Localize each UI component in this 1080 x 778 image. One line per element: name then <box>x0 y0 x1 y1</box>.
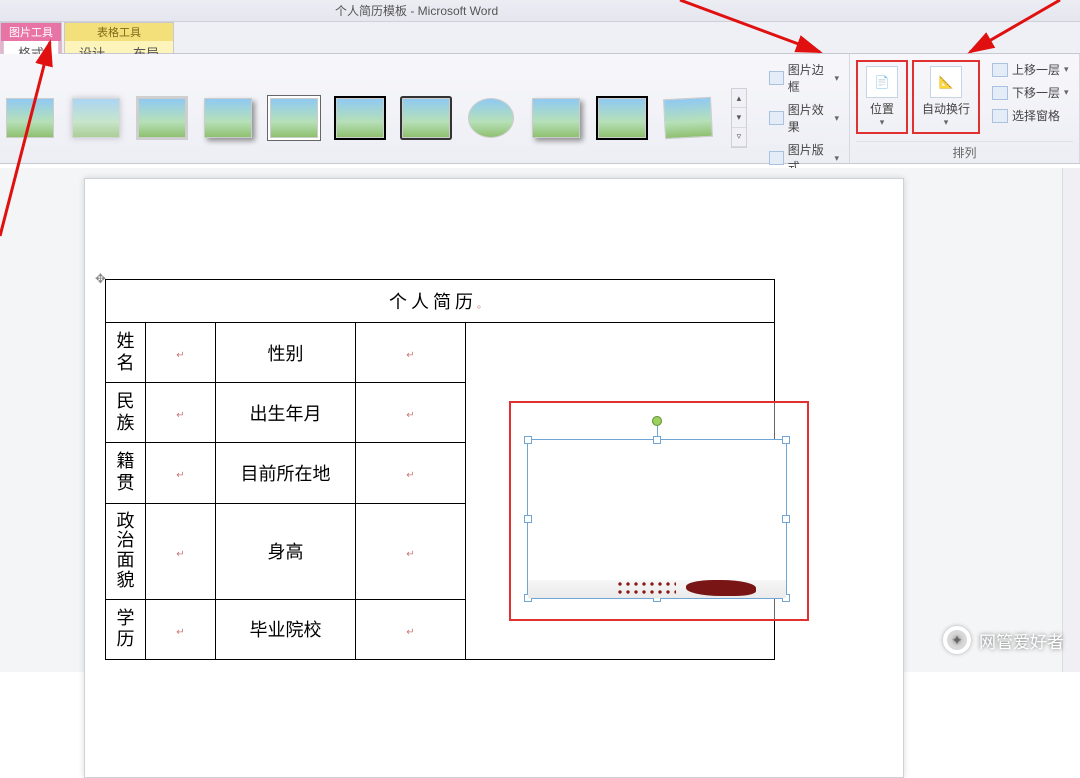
cell-dob-value[interactable]: ↵ <box>356 383 466 443</box>
group-label-arrange: 排列 <box>856 141 1073 161</box>
annotation-highlight-wrap: 📐 自动换行 ▾ <box>912 60 980 134</box>
window-title: 个人简历模板 - Microsoft Word <box>335 2 498 19</box>
style-thumb-oval[interactable] <box>468 98 514 138</box>
style-thumb-frame-black[interactable] <box>336 98 384 138</box>
style-thumb-soft[interactable] <box>72 98 120 138</box>
wrap-icon: 📐 <box>930 66 962 98</box>
context-tab-table-header: 表格工具 <box>65 23 173 41</box>
style-thumb-frame-white[interactable] <box>270 98 318 138</box>
cell-dob-label[interactable]: 出生年月 <box>216 383 356 443</box>
cell-location-label[interactable]: 目前所在地 <box>216 443 356 503</box>
style-thumb-frame2[interactable] <box>598 98 646 138</box>
chevron-down-icon: ▾ <box>835 113 840 124</box>
picture-graphic <box>616 580 756 596</box>
pencil-icon <box>769 71 783 85</box>
annotation-highlight-picture <box>509 401 809 621</box>
picture-border-label: 图片边框 <box>788 61 831 95</box>
wrap-label: 自动换行 <box>922 100 970 117</box>
arrange-column: 上移一层▾ 下移一层▾ 选择窗格 <box>988 60 1073 125</box>
cell-gender-value[interactable]: ↵ <box>356 323 466 383</box>
chevron-down-icon: ▾ <box>835 153 840 164</box>
cell-politics-label[interactable]: 政治面貌 <box>106 503 146 599</box>
cell-ethnic-label[interactable]: 民族 <box>106 383 146 443</box>
selection-pane-button[interactable]: 选择窗格 <box>988 106 1073 125</box>
annotation-highlight-position: 📄 位置 ▾ <box>856 60 908 134</box>
picture-adjust-column: 图片边框 ▾ 图片效果 ▾ 图片版式 ▾ <box>765 60 843 176</box>
resize-handle-tm[interactable] <box>653 436 661 444</box>
cell-height-label[interactable]: 身高 <box>216 503 356 599</box>
selection-pane-icon <box>992 109 1008 123</box>
ribbon-tabstrip: 图片工具 格式 表格工具 设计 布局 <box>0 22 1080 54</box>
picture-border-button[interactable]: 图片边框 ▾ <box>765 60 843 96</box>
picture-content <box>528 580 786 598</box>
picture-effects-label: 图片效果 <box>788 101 831 135</box>
cell-location-value[interactable]: ↵ <box>356 443 466 503</box>
cell-gender-label[interactable]: 性别 <box>216 323 356 383</box>
bring-forward-icon <box>992 63 1008 77</box>
send-backward-icon <box>992 86 1008 100</box>
wechat-icon: ✦ <box>943 626 971 654</box>
position-button[interactable]: 📄 位置 ▾ <box>860 64 904 130</box>
effects-icon <box>769 111 783 125</box>
style-thumb-plain[interactable] <box>6 98 54 138</box>
chevron-down-icon: ▾ <box>880 117 885 128</box>
window-titlebar: 个人简历模板 - Microsoft Word <box>0 0 1080 22</box>
picture-effects-button[interactable]: 图片效果 ▾ <box>765 100 843 136</box>
context-tab-picture-header: 图片工具 <box>1 23 61 41</box>
style-thumb-metal[interactable] <box>138 98 186 138</box>
send-backward-button[interactable]: 下移一层▾ <box>988 83 1073 102</box>
resize-handle-tr[interactable] <box>782 436 790 444</box>
gallery-more-icon[interactable]: ▿ <box>732 128 747 147</box>
chevron-down-icon: ▾ <box>835 73 840 84</box>
picture-style-gallery[interactable]: ▴ ▾ ▿ 图片边框 ▾ 图片效果 ▾ 图片版式 ▾ <box>6 60 843 176</box>
watermark: ✦ 网管爱好者 <box>943 626 1064 654</box>
style-thumb-tilt[interactable] <box>663 97 713 139</box>
cell-name-label[interactable]: 姓名 <box>106 323 146 383</box>
vertical-scrollbar[interactable] <box>1062 168 1080 672</box>
cell-native-value[interactable]: ↵ <box>146 443 216 503</box>
bring-forward-label: 上移一层 <box>1012 61 1060 78</box>
position-label: 位置 <box>870 100 894 117</box>
watermark-text: 网管爱好者 <box>979 628 1064 653</box>
selection-pane-label: 选择窗格 <box>1012 107 1060 124</box>
cell-politics-value[interactable]: ↵ <box>146 503 216 599</box>
cell-edu-value[interactable]: ↵ <box>146 599 216 659</box>
cell-native-label[interactable]: 籍贯 <box>106 443 146 503</box>
cell-height-value[interactable]: ↵ <box>356 503 466 599</box>
scroll-down-icon[interactable]: ▾ <box>732 108 747 127</box>
group-arrange: 📄 位置 ▾ 📐 自动换行 ▾ 上移一层▾ 下移 <box>850 54 1080 163</box>
position-icon: 📄 <box>866 66 898 98</box>
context-tab-table-tools: 表格工具 设计 布局 <box>64 22 174 53</box>
rotate-handle[interactable] <box>652 416 662 426</box>
style-thumb-frame-dark[interactable] <box>402 98 450 138</box>
cell-school-value[interactable]: ↵ <box>356 599 466 659</box>
cell-edu-label[interactable]: 学历 <box>106 599 146 659</box>
cell-name-value[interactable]: ↵ <box>146 323 216 383</box>
document-area[interactable]: ✥ 个人简历。 姓名 ↵ 性别 ↵ 民族 ↵ 出生年月 ↵ 籍贯 ↵ 目前所在地… <box>0 168 1080 672</box>
resize-handle-tl[interactable] <box>524 436 532 444</box>
send-backward-label: 下移一层 <box>1012 84 1060 101</box>
resume-title-cell[interactable]: 个人简历。 <box>106 280 775 323</box>
bring-forward-button[interactable]: 上移一层▾ <box>988 60 1073 79</box>
scroll-up-icon[interactable]: ▴ <box>732 89 747 108</box>
style-thumb-shadow[interactable] <box>204 98 252 138</box>
resize-handle-ml[interactable] <box>524 515 532 523</box>
context-tab-picture-tools: 图片工具 格式 <box>0 22 62 53</box>
resize-handle-mr[interactable] <box>782 515 790 523</box>
group-picture-styles: ▴ ▾ ▿ 图片边框 ▾ 图片效果 ▾ 图片版式 ▾ <box>0 54 850 163</box>
wrap-text-button[interactable]: 📐 自动换行 ▾ <box>916 64 976 130</box>
cell-ethnic-value[interactable]: ↵ <box>146 383 216 443</box>
document-page[interactable]: ✥ 个人简历。 姓名 ↵ 性别 ↵ 民族 ↵ 出生年月 ↵ 籍贯 ↵ 目前所在地… <box>84 178 904 778</box>
style-gallery-scroll[interactable]: ▴ ▾ ▿ <box>731 88 748 148</box>
ribbon: ▴ ▾ ▿ 图片边框 ▾ 图片效果 ▾ 图片版式 ▾ <box>0 54 1080 164</box>
layout-icon <box>769 151 783 165</box>
chevron-down-icon: ▾ <box>944 117 949 128</box>
cell-school-label[interactable]: 毕业院校 <box>216 599 356 659</box>
inserted-picture[interactable] <box>527 439 787 599</box>
style-thumb-shadow2[interactable] <box>532 98 580 138</box>
